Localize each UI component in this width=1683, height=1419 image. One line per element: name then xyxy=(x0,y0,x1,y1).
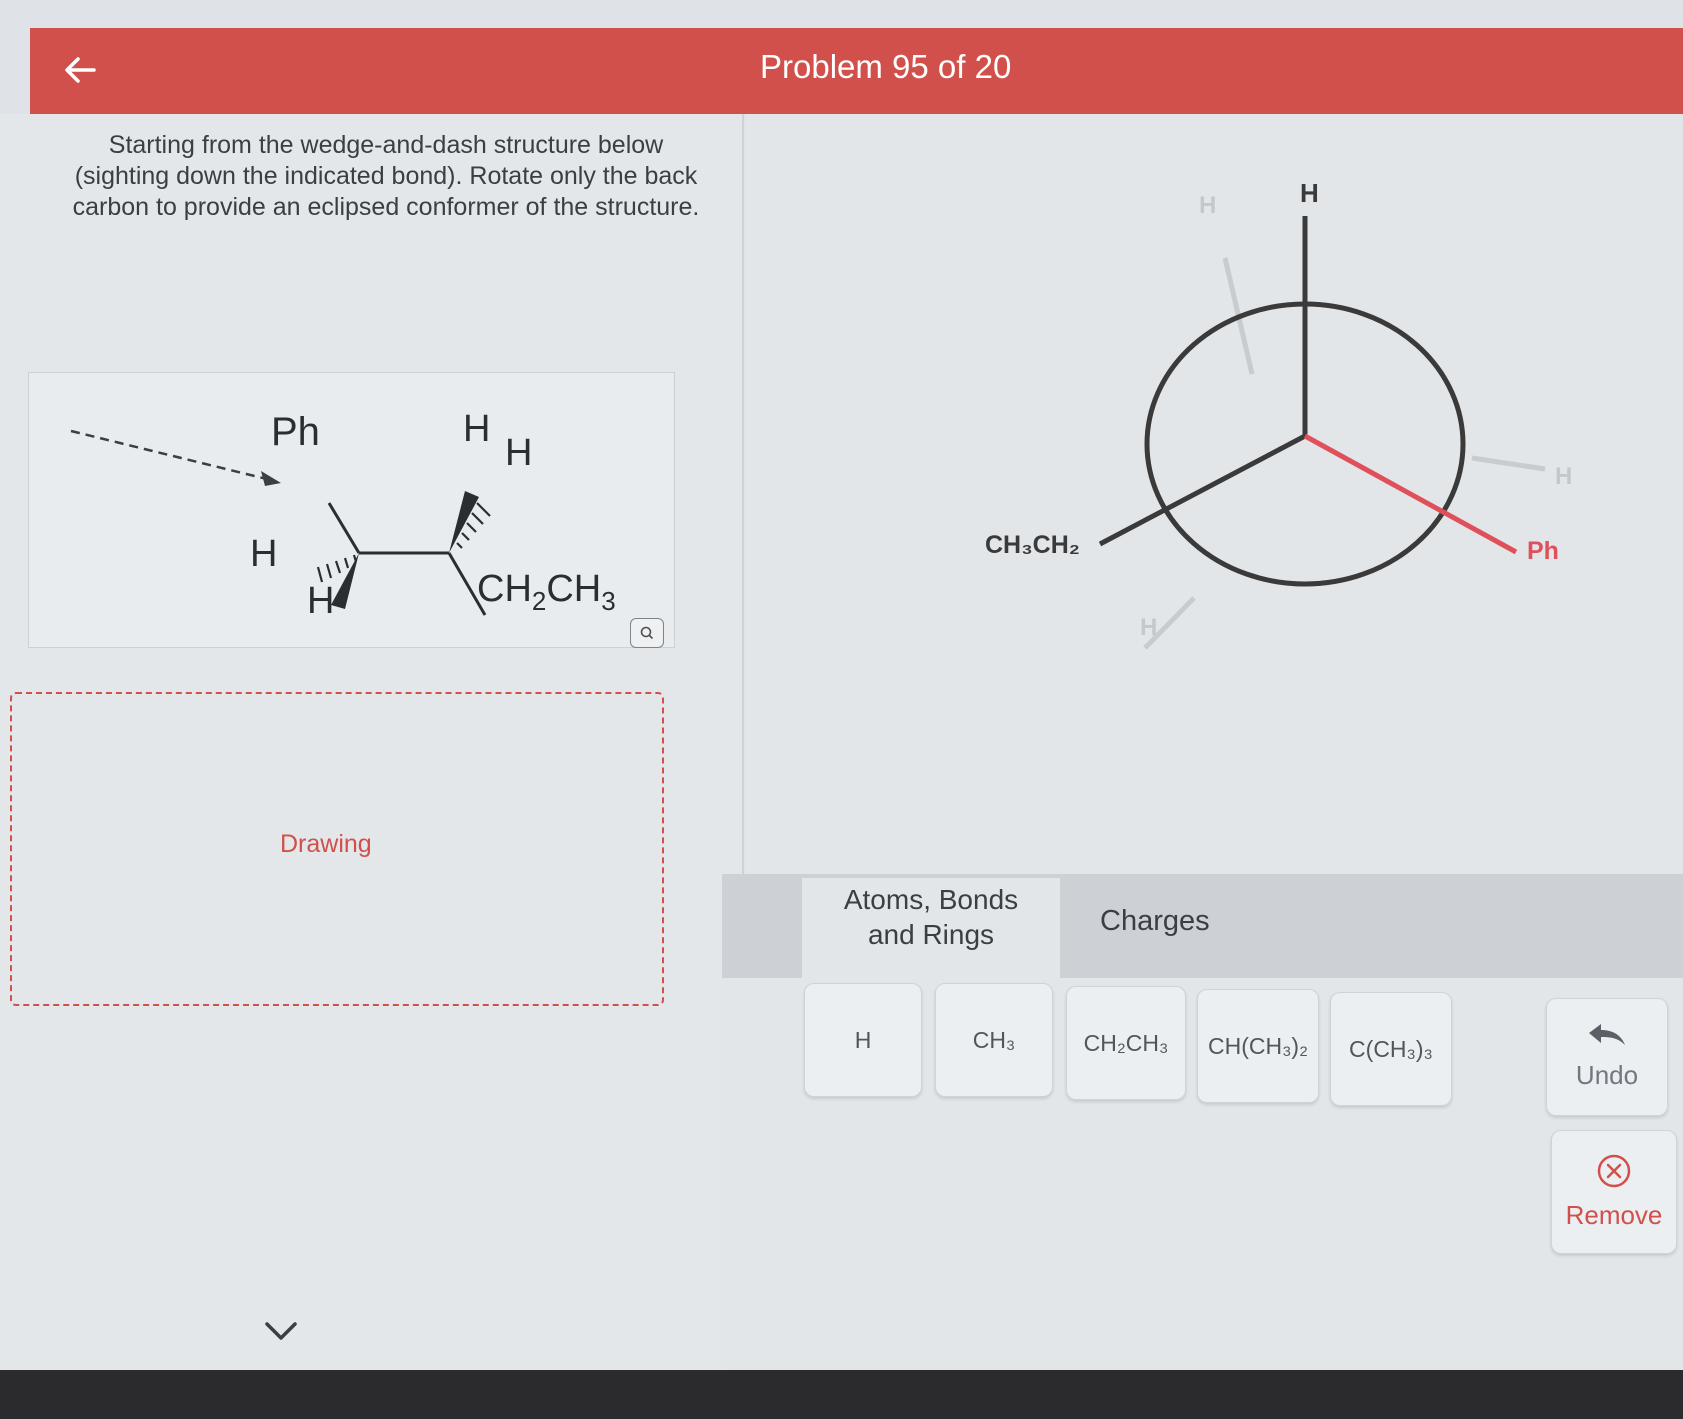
remove-label: Remove xyxy=(1565,1200,1663,1230)
h-dash-right-label: H xyxy=(505,432,532,474)
right-wedge xyxy=(449,491,479,553)
structure-svg: Ph H H H H CH2CH3 xyxy=(70,408,616,622)
h-dash-left-label: H xyxy=(250,533,277,575)
front-bond-right xyxy=(1303,433,1518,555)
h-wedge-right-label: H xyxy=(463,408,490,450)
arrow-left-icon[interactable] xyxy=(60,50,100,90)
back-right-label: H xyxy=(1555,463,1572,490)
front-bond-left xyxy=(1098,433,1307,547)
h-wedge-left-label: H xyxy=(307,580,334,622)
front-top-label: H xyxy=(1300,178,1319,208)
tab-atoms-bonds-rings[interactable]: Atoms, Bonds and Rings xyxy=(802,878,1060,978)
back-bottom-label: H xyxy=(1140,614,1157,641)
tool-ch3-button[interactable]: CH₃ xyxy=(935,983,1053,1097)
ph-label: Ph xyxy=(271,410,320,454)
undo-button[interactable]: Undo xyxy=(1546,998,1668,1116)
tool-chch32-button[interactable]: CH(CH₃)₂ xyxy=(1197,989,1319,1103)
ph-bond xyxy=(327,502,361,554)
front-right-label: Ph xyxy=(1527,537,1559,565)
chevron-down-icon[interactable] xyxy=(263,1318,299,1346)
page-title: Problem 95 of 20 xyxy=(760,48,1012,85)
circle-x-icon xyxy=(1597,1154,1631,1188)
screen: Problem 95 of 20 Starting from the wedge… xyxy=(0,0,1683,1370)
remove-button[interactable]: Remove xyxy=(1551,1130,1677,1254)
drawing-label: Drawing xyxy=(280,830,372,858)
tab-charges[interactable]: Charges xyxy=(1100,905,1210,938)
back-upper-left-label: H xyxy=(1199,192,1216,219)
tool-ch2ch3-button[interactable]: CH₂CH₃ xyxy=(1066,986,1186,1100)
tab-atoms-line2: and Rings xyxy=(867,919,995,950)
tab-atoms-line1: Atoms, Bonds xyxy=(843,884,1019,915)
sighting-arrowhead xyxy=(261,471,281,486)
wedge-dash-structure: Ph H H H H CH2CH3 xyxy=(28,372,675,648)
newman-projection[interactable]: H CH₃CH₂ Ph H H H xyxy=(745,114,1683,874)
sighting-arrow xyxy=(70,429,276,483)
question-text: Starting from the wedge-and-dash structu… xyxy=(72,131,700,221)
undo-arrow-icon xyxy=(1589,1024,1625,1045)
front-left-label: CH₃CH₂ xyxy=(985,531,1080,559)
undo-label: Undo xyxy=(1575,1060,1639,1090)
tool-cch33-button[interactable]: C(CH₃)₃ xyxy=(1330,992,1452,1106)
back-bond-right xyxy=(1471,455,1546,472)
magnifier-icon[interactable] xyxy=(630,618,664,648)
ethyl-label: CH2CH3 xyxy=(477,568,616,616)
device-bezel xyxy=(0,1370,1683,1419)
tool-h-button[interactable]: H xyxy=(804,983,922,1097)
